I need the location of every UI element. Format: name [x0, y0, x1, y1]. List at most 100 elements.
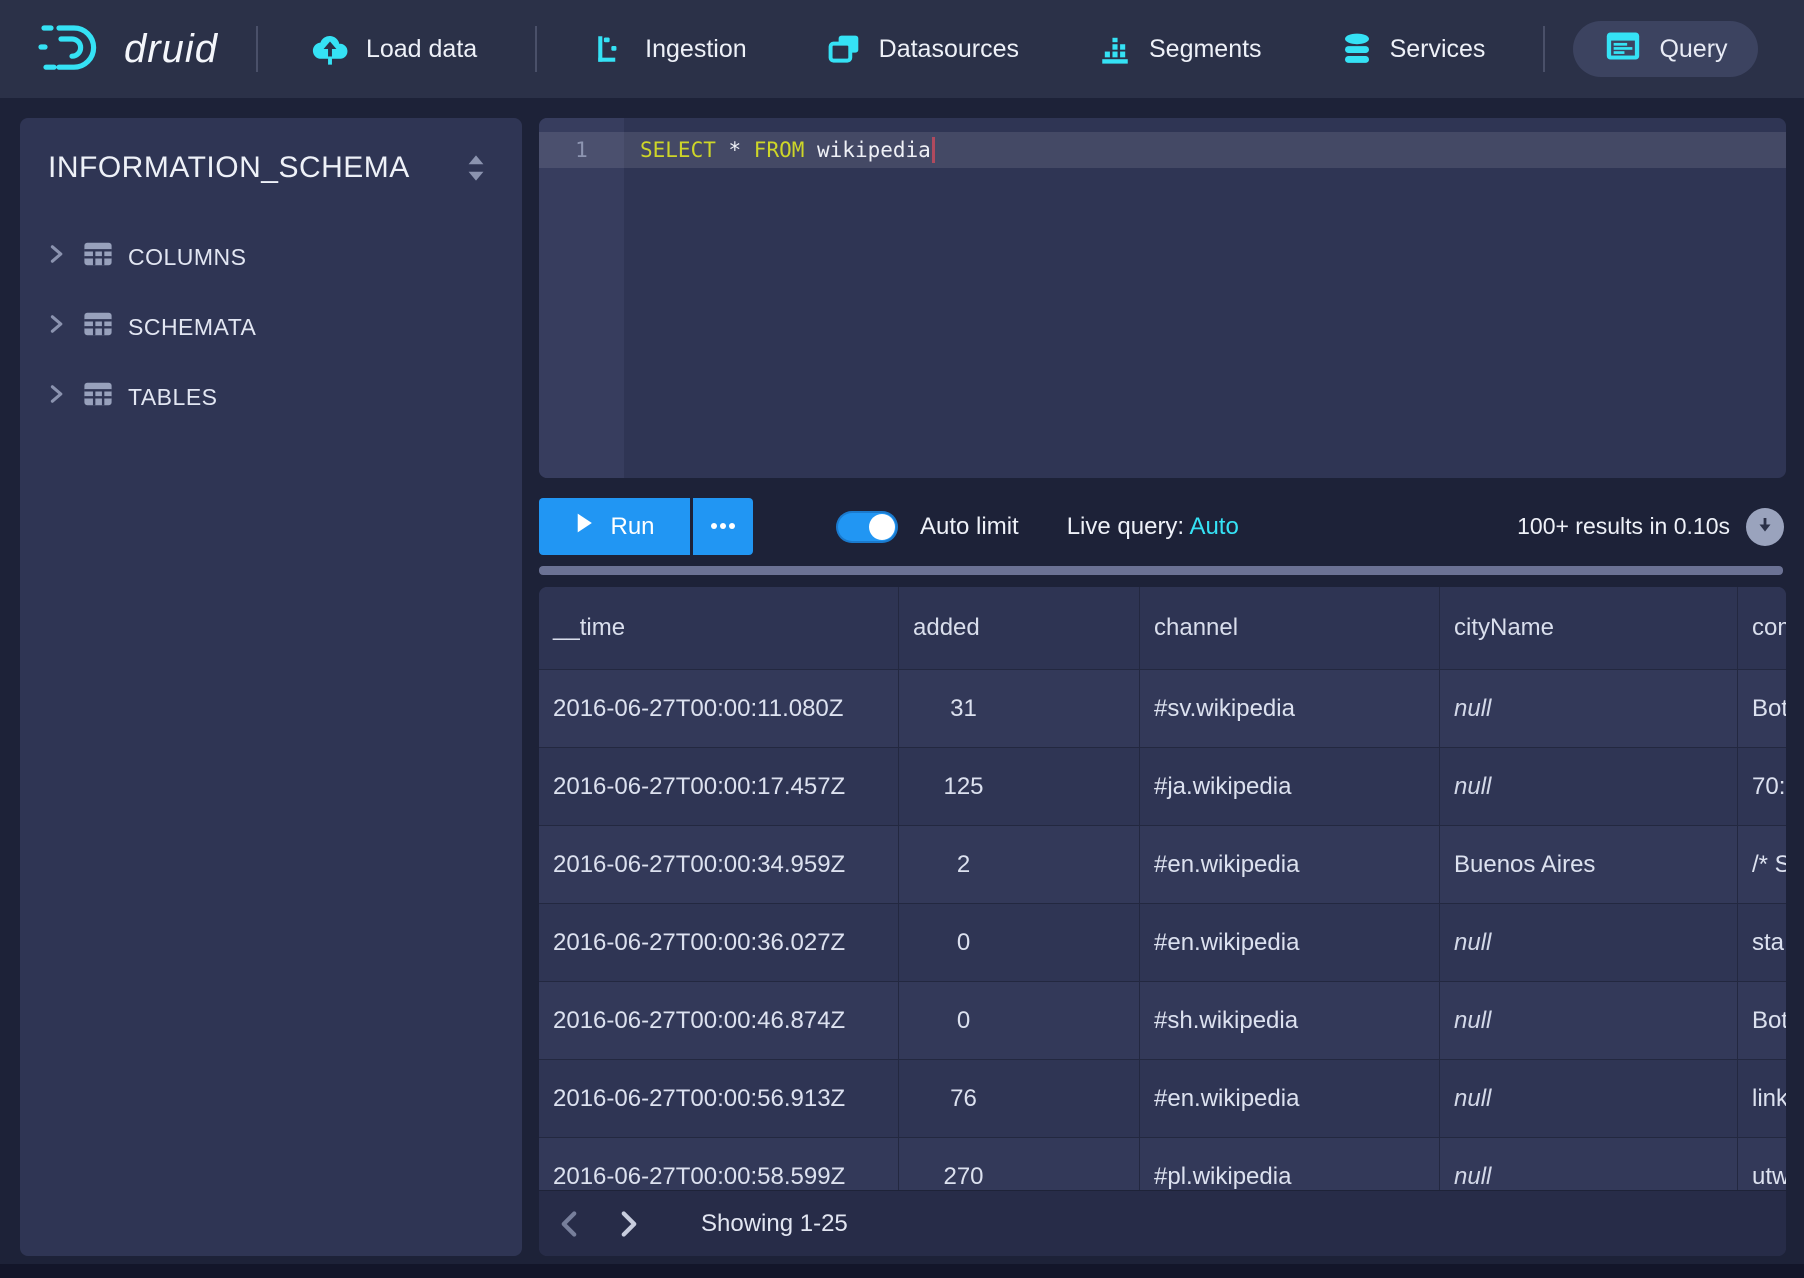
- column-header-time[interactable]: __time: [539, 587, 899, 669]
- cell-__time[interactable]: 2016-06-27T00:00:34.959Z: [539, 826, 899, 903]
- cell-__time[interactable]: 2016-06-27T00:00:17.457Z: [539, 748, 899, 825]
- nav-item-services[interactable]: Services: [1330, 31, 1496, 67]
- table-row: 2016-06-27T00:00:36.027Z0#en.wikipedianu…: [539, 904, 1786, 982]
- cell-comment[interactable]: sta: [1738, 904, 1786, 981]
- cell-comment[interactable]: Bot: [1738, 670, 1786, 747]
- run-more-button[interactable]: [693, 498, 753, 555]
- cell-cityName[interactable]: null: [1440, 748, 1738, 825]
- cell-channel[interactable]: #en.wikipedia: [1140, 904, 1440, 981]
- nav-item-load-data[interactable]: Load data: [300, 33, 487, 65]
- cell-__time[interactable]: 2016-06-27T00:00:46.874Z: [539, 982, 899, 1059]
- nav-item-label: Services: [1390, 35, 1486, 64]
- chevron-right-icon: [44, 312, 68, 342]
- cell-cityName[interactable]: null: [1440, 982, 1738, 1059]
- cell-channel[interactable]: #en.wikipedia: [1140, 826, 1440, 903]
- nav-item-label: Datasources: [879, 35, 1019, 64]
- previous-page-button[interactable]: [547, 1202, 591, 1246]
- sql-code-line: SELECT * FROM wikipedia: [640, 132, 935, 168]
- showing-range: Showing 1-25: [701, 1210, 848, 1238]
- auto-limit-label: Auto limit: [920, 513, 1019, 541]
- cell-__time[interactable]: 2016-06-27T00:00:36.027Z: [539, 904, 899, 981]
- pagination-bar: Showing 1-25: [539, 1190, 1786, 1256]
- horizontal-scrollbar[interactable]: [539, 566, 1783, 575]
- cell-cityName[interactable]: null: [1440, 670, 1738, 747]
- auto-limit-toggle[interactable]: [836, 511, 898, 543]
- cell-comment[interactable]: /* S: [1738, 826, 1786, 903]
- cell-added[interactable]: 31: [899, 670, 1140, 747]
- tree-item-tables[interactable]: TABLES: [20, 362, 522, 432]
- chevron-right-icon: [44, 242, 68, 272]
- nav-item-label: Load data: [366, 35, 477, 64]
- results-panel: __time added channel cityName comment 20…: [539, 587, 1786, 1256]
- download-button[interactable]: [1746, 508, 1784, 546]
- nav-item-query[interactable]: Query: [1573, 21, 1757, 77]
- run-button[interactable]: Run: [539, 498, 690, 555]
- tree-item-label: TABLES: [128, 384, 218, 411]
- tree-item-label: COLUMNS: [128, 244, 247, 271]
- cell-added[interactable]: 2: [899, 826, 1140, 903]
- cell-channel[interactable]: #sh.wikipedia: [1140, 982, 1440, 1059]
- table-row: 2016-06-27T00:00:56.913Z76#en.wikipedian…: [539, 1060, 1786, 1138]
- nav-item-label: Ingestion: [645, 35, 746, 64]
- more-ellipsis-icon: [709, 519, 737, 534]
- query-toolbar: Run Auto limit Live query: Auto 100+ res…: [539, 498, 1786, 555]
- toggle-knob: [869, 514, 895, 540]
- play-icon: [574, 512, 594, 541]
- tree-item-columns[interactable]: COLUMNS: [20, 222, 522, 292]
- cell-added[interactable]: 76: [899, 1060, 1140, 1137]
- tree-item-schemata[interactable]: SCHEMATA: [20, 292, 522, 362]
- cell-__time[interactable]: 2016-06-27T00:00:56.913Z: [539, 1060, 899, 1137]
- table-grid-icon: [82, 380, 114, 414]
- cell-channel[interactable]: #sv.wikipedia: [1140, 670, 1440, 747]
- table-row: 2016-06-27T00:00:17.457Z125#ja.wikipedia…: [539, 748, 1786, 826]
- cell-comment[interactable]: link: [1738, 1060, 1786, 1137]
- console-icon: [1603, 28, 1643, 71]
- cell-channel[interactable]: #ja.wikipedia: [1140, 748, 1440, 825]
- column-header-comment[interactable]: comment: [1738, 587, 1786, 669]
- nav-item-datasources[interactable]: Datasources: [815, 32, 1029, 66]
- cell-added[interactable]: 125: [899, 748, 1140, 825]
- cell-cityName[interactable]: null: [1440, 1060, 1738, 1137]
- cloud-upload-icon: [310, 33, 350, 65]
- table-grid-icon: [82, 310, 114, 344]
- next-page-button[interactable]: [607, 1202, 651, 1246]
- schema-sidebar: INFORMATION_SCHEMA: [20, 118, 522, 1256]
- sql-editor[interactable]: 1 SELECT * FROM wikipedia: [539, 118, 1786, 478]
- editor-gutter: [539, 118, 624, 478]
- table-grid-icon: [82, 240, 114, 274]
- column-header-cityname[interactable]: cityName: [1440, 587, 1738, 669]
- navbar-divider: [535, 26, 537, 72]
- column-header-added[interactable]: added: [899, 587, 1140, 669]
- top-navbar: druid Load data: [0, 0, 1804, 98]
- druid-logo[interactable]: druid: [38, 19, 218, 80]
- cell-comment[interactable]: 70:: [1738, 748, 1786, 825]
- navbar-divider: [256, 26, 258, 72]
- live-query-label: Live query: Auto: [1067, 513, 1239, 541]
- cell-cityName[interactable]: Buenos Aires: [1440, 826, 1738, 903]
- sql-keyword: FROM: [754, 138, 805, 162]
- nav-item-label: Segments: [1149, 35, 1262, 64]
- nav-item-ingestion[interactable]: Ingestion: [583, 32, 756, 66]
- schema-sort-button[interactable]: [454, 146, 498, 190]
- navbar-divider: [1543, 26, 1545, 72]
- column-header-channel[interactable]: channel: [1140, 587, 1440, 669]
- download-icon: [1755, 515, 1775, 538]
- run-label: Run: [610, 513, 654, 541]
- chevron-right-icon: [44, 382, 68, 412]
- results-summary: 100+ results in 0.10s: [1517, 513, 1730, 540]
- table-row: 2016-06-27T00:00:11.080Z31#sv.wikipedian…: [539, 670, 1786, 748]
- multi-select-icon: [825, 32, 863, 66]
- cell-added[interactable]: 0: [899, 982, 1140, 1059]
- cell-__time[interactable]: 2016-06-27T00:00:11.080Z: [539, 670, 899, 747]
- druid-logo-icon: [38, 19, 112, 80]
- cell-channel[interactable]: #en.wikipedia: [1140, 1060, 1440, 1137]
- cell-cityName[interactable]: null: [1440, 904, 1738, 981]
- text-cursor: [932, 137, 935, 163]
- nav-item-segments[interactable]: Segments: [1087, 32, 1272, 66]
- cell-comment[interactable]: Bot: [1738, 982, 1786, 1059]
- cell-added[interactable]: 0: [899, 904, 1140, 981]
- live-query-value[interactable]: Auto: [1189, 513, 1238, 540]
- results-header-row: __time added channel cityName comment: [539, 587, 1786, 670]
- stacked-chart-icon: [1097, 32, 1133, 66]
- schema-title: INFORMATION_SCHEMA: [48, 151, 410, 185]
